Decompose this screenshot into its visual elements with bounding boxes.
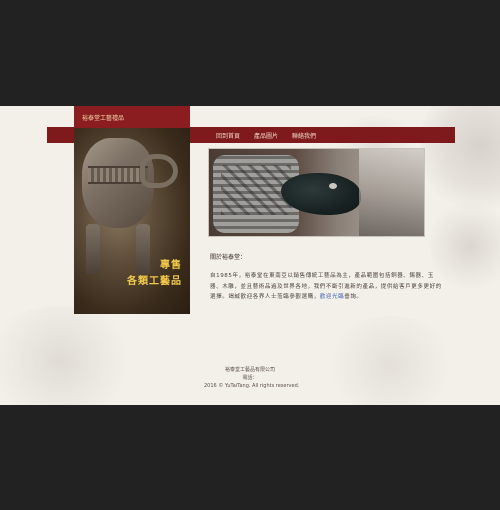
dragon-eye xyxy=(329,183,337,189)
bronze-vessel-photo xyxy=(208,148,425,237)
footer: 裕泰堂工藝品有限公司 電話： 2016 © YuTaiTang. All rig… xyxy=(180,366,320,390)
intro-text: 垂詢。 xyxy=(344,294,363,300)
promo-banner: 裕泰堂工藝禮品 專售 各類工藝品 xyxy=(74,106,190,314)
promo-slogan-line1: 專售 xyxy=(160,260,182,271)
censer-leg xyxy=(86,224,100,274)
censer-leg xyxy=(136,224,150,274)
intro-title: 關於裕泰堂： xyxy=(210,254,247,261)
promo-header: 裕泰堂工藝禮品 xyxy=(74,106,190,128)
intro-body: 自1985年，裕泰堂在東南亞以銷售傳統工藝品為主，產品範圍包括銅器、錫器、玉器、… xyxy=(210,271,442,303)
footer-contact: 電話： xyxy=(242,375,258,381)
blurred-background xyxy=(359,149,424,236)
floral-ornament xyxy=(0,306,140,405)
footer-company: 裕泰堂工藝品有限公司 xyxy=(224,367,275,373)
nav-item-products[interactable]: 產品圖片 xyxy=(254,131,278,140)
bottom-dark-band xyxy=(0,405,500,510)
floral-ornament xyxy=(320,316,460,405)
intro-text: 自1985年，裕泰堂在東南亞以銷售傳統工藝品為主， xyxy=(210,273,355,279)
intro-section: 關於裕泰堂： 自1985年，裕泰堂在東南亞以銷售傳統工藝品為主，產品範圍包括銅器… xyxy=(210,252,442,303)
promo-header-text: 裕泰堂工藝禮品 xyxy=(82,115,125,122)
welcome-link[interactable]: 歡迎光臨 xyxy=(320,294,344,300)
top-dark-band xyxy=(0,0,500,106)
censer-pattern-band xyxy=(88,166,148,184)
intro-text: 竭誠歡迎各界人士蒞臨參觀選購， xyxy=(228,294,320,300)
footer-copyright: 2016 © YuTaiTang. All rights reserved. xyxy=(204,383,300,389)
nav-item-contact[interactable]: 聯絡我們 xyxy=(292,131,316,140)
censer-handle xyxy=(140,154,178,188)
nav-menu: 回到首頁 產品圖片 聯絡我們 xyxy=(216,127,316,143)
promo-slogan-line2: 各類工藝品 xyxy=(127,276,182,287)
nav-item-home[interactable]: 回到首頁 xyxy=(216,131,240,140)
